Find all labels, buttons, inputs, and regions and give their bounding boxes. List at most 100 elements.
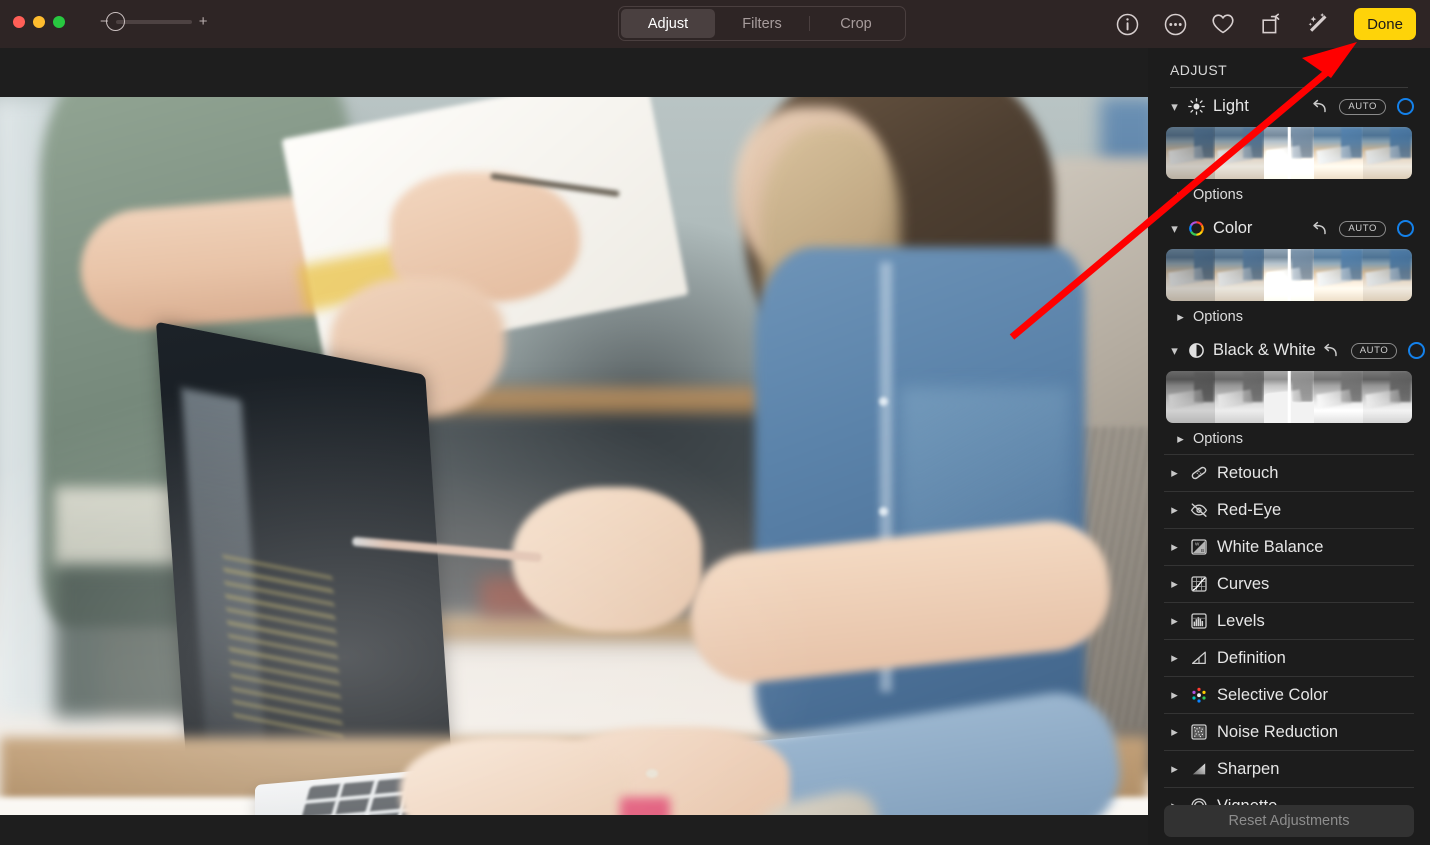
sun-icon <box>1187 97 1206 116</box>
revert-icon[interactable] <box>1311 98 1328 115</box>
thumbnail[interactable] <box>1215 127 1265 179</box>
selective-color-icon <box>1189 686 1208 705</box>
sidebar-item-noise-reduction[interactable]: ▸ Noise Reduction <box>1164 713 1414 750</box>
color-options-label: Options <box>1193 308 1243 325</box>
chevron-right-icon[interactable]: ▸ <box>1176 187 1185 203</box>
tab-filters[interactable]: Filters <box>715 9 809 38</box>
sidebar-item-selective-color[interactable]: ▸ Selective Color <box>1164 676 1414 713</box>
sharpen-icon <box>1189 760 1208 779</box>
strip-position-marker[interactable] <box>1287 249 1291 301</box>
sidebar-title: ADJUST <box>1170 62 1228 78</box>
chevron-right-icon[interactable]: ▸ <box>1169 724 1180 740</box>
revert-icon[interactable] <box>1311 220 1328 237</box>
thumbnail[interactable] <box>1166 371 1216 423</box>
color-thumbnail-strip[interactable] <box>1166 249 1412 301</box>
zoom-slider-knob[interactable] <box>105 11 125 31</box>
minimize-button[interactable] <box>33 16 45 28</box>
section-color-controls: AUTO <box>1311 220 1414 237</box>
auto-button-light[interactable]: AUTO <box>1339 98 1386 115</box>
chevron-right-icon[interactable]: ▸ <box>1169 539 1180 555</box>
chevron-right-icon[interactable]: ▸ <box>1176 309 1185 325</box>
traffic-lights <box>13 16 65 28</box>
photo-canvas <box>0 48 1148 845</box>
sidebar-item-sharpen[interactable]: ▸ Sharpen <box>1164 750 1414 787</box>
thumbnail[interactable] <box>1362 127 1412 179</box>
sidebar-item-red-eye[interactable]: ▸ Red-Eye <box>1164 491 1414 528</box>
light-thumbnail-strip[interactable] <box>1166 127 1412 179</box>
auto-button-black-and-white[interactable]: AUTO <box>1350 342 1398 359</box>
adjust-sidebar: ADJUST ▾ Light AUTO ▸ Options ▾ Color AU… <box>1148 48 1430 845</box>
photos-editor-window: − + Adjust Filters Crop Done ADJUST ▾ Li… <box>0 0 1430 845</box>
svg-text:B: B <box>1201 548 1204 553</box>
photo-finger-ring <box>646 769 658 778</box>
chevron-right-icon[interactable]: ▸ <box>1169 502 1180 518</box>
chevron-right-icon[interactable]: ▸ <box>1169 761 1180 777</box>
thumbnail[interactable] <box>1166 127 1216 179</box>
light-options-row[interactable]: ▸ Options <box>1164 179 1414 210</box>
thumbnail[interactable] <box>1362 249 1412 301</box>
section-light[interactable]: ▾ Light AUTO <box>1164 88 1414 125</box>
strip-position-marker[interactable] <box>1287 127 1291 179</box>
maximize-button[interactable] <box>53 16 65 28</box>
tab-adjust[interactable]: Adjust <box>621 9 715 38</box>
sidebar-item-red-eye-label: Red-Eye <box>1217 500 1282 519</box>
thumbnail[interactable] <box>1215 249 1265 301</box>
chevron-down-icon[interactable]: ▾ <box>1169 99 1180 115</box>
rotate-icon[interactable] <box>1258 11 1284 37</box>
sidebar-item-curves-label: Curves <box>1217 574 1270 593</box>
svg-text:W: W <box>1195 542 1200 547</box>
sidebar-item-levels-label: Levels <box>1217 611 1265 630</box>
chevron-right-icon[interactable]: ▸ <box>1176 431 1185 447</box>
chevron-right-icon[interactable]: ▸ <box>1169 576 1180 592</box>
black-and-white-options-label: Options <box>1193 430 1243 447</box>
levels-icon <box>1189 612 1208 631</box>
close-button[interactable] <box>13 16 25 28</box>
section-light-toggle[interactable] <box>1397 98 1414 115</box>
thumbnail[interactable] <box>1313 371 1363 423</box>
sidebar-item-white-balance[interactable]: ▸ W B White Balance <box>1164 528 1414 565</box>
reset-adjustments-button[interactable]: Reset Adjustments <box>1164 805 1414 837</box>
bandage-icon <box>1189 464 1208 483</box>
sidebar-item-definition[interactable]: ▸ Definition <box>1164 639 1414 676</box>
section-color-toggle[interactable] <box>1397 220 1414 237</box>
sidebar-item-levels[interactable]: ▸ Levels <box>1164 602 1414 639</box>
chevron-right-icon[interactable]: ▸ <box>1169 613 1180 629</box>
black-and-white-options-row[interactable]: ▸ Options <box>1164 423 1414 454</box>
noise-reduction-icon <box>1189 723 1208 742</box>
section-color-label: Color <box>1213 219 1253 237</box>
revert-icon[interactable] <box>1323 342 1340 359</box>
thumbnail[interactable] <box>1313 127 1363 179</box>
chevron-down-icon[interactable]: ▾ <box>1169 221 1180 237</box>
done-button[interactable]: Done <box>1354 8 1416 40</box>
heart-icon[interactable] <box>1210 11 1236 37</box>
section-black-and-white-toggle[interactable] <box>1408 342 1426 359</box>
black-and-white-thumbnail-strip[interactable] <box>1166 371 1412 423</box>
tab-crop[interactable]: Crop <box>809 9 903 38</box>
strip-position-marker[interactable] <box>1287 371 1291 423</box>
thumbnail[interactable] <box>1362 371 1412 423</box>
thumbnail[interactable] <box>1313 249 1363 301</box>
thumbnail[interactable] <box>1166 249 1216 301</box>
chevron-right-icon[interactable]: ▸ <box>1169 465 1180 481</box>
chevron-down-icon[interactable]: ▾ <box>1169 343 1180 359</box>
section-color[interactable]: ▾ Color AUTO <box>1164 210 1414 247</box>
info-icon[interactable] <box>1114 11 1140 37</box>
eye-slash-icon <box>1189 501 1208 520</box>
photo-typing-hand <box>400 737 630 815</box>
zoom-slider-track[interactable] <box>105 11 192 31</box>
sidebar-item-white-balance-label: White Balance <box>1217 537 1324 556</box>
more-icon[interactable] <box>1162 11 1188 37</box>
sidebar-item-curves[interactable]: ▸ Curves <box>1164 565 1414 602</box>
thumbnail[interactable] <box>1215 371 1265 423</box>
section-black-and-white[interactable]: ▾ Black & White AUTO <box>1164 332 1426 369</box>
color-options-row[interactable]: ▸ Options <box>1164 301 1414 332</box>
zoom-slider-control[interactable]: − + <box>100 11 208 31</box>
chevron-right-icon[interactable]: ▸ <box>1169 650 1180 666</box>
sidebar-item-sharpen-label: Sharpen <box>1217 759 1280 778</box>
auto-button-color[interactable]: AUTO <box>1339 220 1386 237</box>
chevron-right-icon[interactable]: ▸ <box>1169 687 1180 703</box>
magic-wand-icon[interactable] <box>1306 11 1332 37</box>
sidebar-item-retouch[interactable]: ▸ Retouch <box>1164 454 1414 491</box>
photo-image[interactable] <box>0 97 1148 815</box>
zoom-in-icon[interactable]: + <box>199 14 208 29</box>
